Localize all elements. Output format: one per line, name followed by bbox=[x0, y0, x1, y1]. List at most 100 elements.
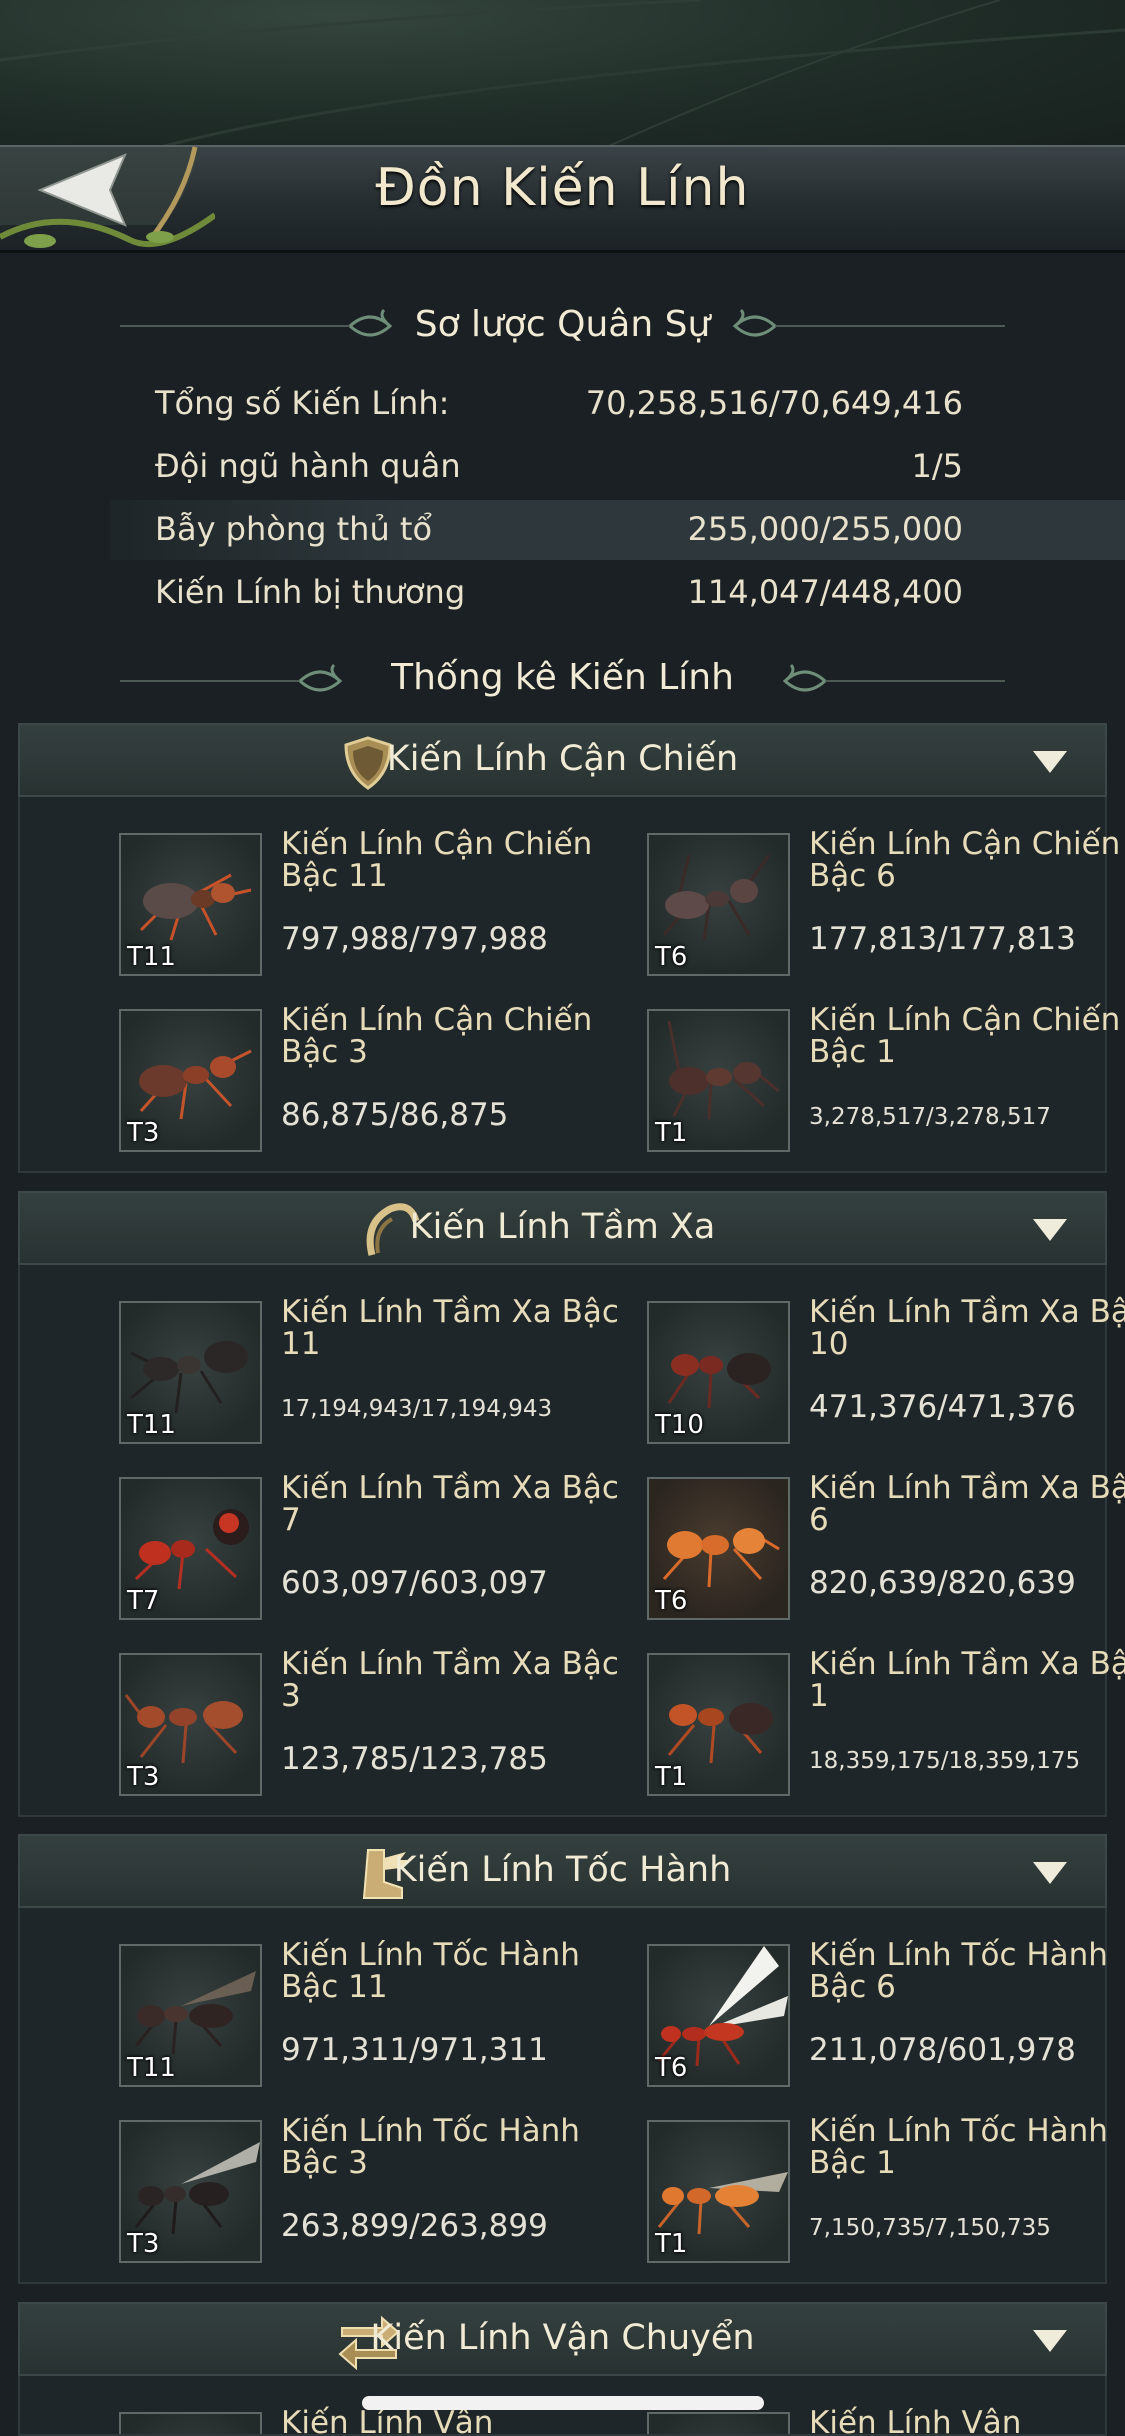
unit-name: Kiến Lính Tầm Xa Bậc 3 bbox=[281, 1646, 619, 1714]
unit-thumbnail[interactable]: T6 bbox=[647, 833, 790, 976]
unit-name: Kiến Lính Tầm Xa Bậc 6 bbox=[809, 1470, 1125, 1538]
summary-row-total-soldiers: Tổng số Kiến Lính: 70,258,516/70,649,416 bbox=[110, 374, 1125, 434]
page-title: Đồn Kiến Lính bbox=[375, 158, 750, 218]
unit-name: Kiến Lính Tầm Xa Bậc 1 bbox=[809, 1646, 1125, 1714]
unit-card: T1 Kiến Lính Cận Chiến Bậc 1 3,278,517/3… bbox=[647, 1004, 1125, 1154]
unit-card: T3 Kiến Lính Tầm Xa Bậc 3 123,785/123,78… bbox=[119, 1648, 639, 1798]
unit-name: Kiến Lính Tốc Hành Bậc 6 bbox=[809, 1937, 1108, 2005]
tier-label: T11 bbox=[127, 942, 176, 972]
summary-value: 114,047/448,400 bbox=[687, 573, 963, 611]
category-title: Kiến Lính Tốc Hành bbox=[393, 1850, 732, 1890]
unit-card: T3 Kiến Lính Tốc Hành Bậc 3 263,899/263,… bbox=[119, 2115, 639, 2265]
unit-card: T11 Kiến Lính Cận Chiến Bậc 11 797,988/7… bbox=[119, 828, 639, 978]
unit-count: 971,311/971,311 bbox=[281, 2032, 548, 2068]
unit-count: 471,376/471,376 bbox=[809, 1389, 1076, 1425]
unit-card: T3 Kiến Lính Cận Chiến Bậc 3 86,875/86,8… bbox=[119, 1004, 639, 1154]
summary-value: 1/5 bbox=[911, 447, 964, 485]
unit-thumbnail[interactable]: T3 bbox=[119, 1009, 262, 1152]
unit-name: Kiến Lính Cận Chiến Bậc 6 bbox=[809, 826, 1121, 894]
unit-card: T6 Kiến Lính Tầm Xa Bậc 6 820,639/820,63… bbox=[647, 1472, 1125, 1622]
unit-name: Kiến Lính Tầm Xa Bậc 7 bbox=[281, 1470, 619, 1538]
unit-thumbnail[interactable] bbox=[647, 2412, 790, 2434]
tier-label: T6 bbox=[655, 942, 688, 972]
category-body-melee: T11 Kiến Lính Cận Chiến Bậc 11 797,988/7… bbox=[18, 797, 1120, 1173]
summary-label: Bẫy phòng thủ tổ bbox=[155, 510, 433, 548]
unit-card: T1 Kiến Lính Tầm Xa Bậc 1 18,359,175/18,… bbox=[647, 1648, 1125, 1798]
summary-value: 255,000/255,000 bbox=[687, 510, 963, 548]
unit-count: 797,988/797,988 bbox=[281, 921, 548, 957]
unit-name: Kiến Lính Tốc Hành Bậc 1 bbox=[809, 2113, 1108, 2181]
home-indicator[interactable] bbox=[362, 2396, 764, 2410]
summary-heading: Sơ lược Quân Sự bbox=[414, 304, 711, 345]
unit-name: Kiến Lính Tầm Xa Bậc 10 bbox=[809, 1294, 1125, 1362]
unit-name: Kiến Lính Vận bbox=[809, 2405, 1022, 2436]
unit-count: 3,278,517/3,278,517 bbox=[809, 1104, 1051, 1130]
summary-value: 70,258,516/70,649,416 bbox=[585, 384, 963, 422]
tier-label: T1 bbox=[655, 1762, 688, 1792]
unit-thumbnail[interactable]: T3 bbox=[119, 2120, 262, 2263]
unit-count: 820,639/820,639 bbox=[809, 1565, 1076, 1601]
unit-name: Kiến Lính Tầm Xa Bậc 11 bbox=[281, 1294, 619, 1362]
summary-row-wounded: Kiến Lính bị thương 114,047/448,400 bbox=[110, 563, 1125, 623]
unit-name: Kiến Lính Tốc Hành Bậc 11 bbox=[281, 1937, 580, 2005]
unit-thumbnail[interactable] bbox=[119, 2412, 262, 2434]
unit-thumbnail[interactable]: T10 bbox=[647, 1301, 790, 1444]
unit-name: Kiến Lính Vận bbox=[281, 2405, 494, 2436]
unit-thumbnail[interactable]: T11 bbox=[119, 1301, 262, 1444]
tier-label: T3 bbox=[127, 1118, 160, 1148]
unit-count: 211,078/601,978 bbox=[809, 2032, 1076, 2068]
unit-thumbnail[interactable]: T7 bbox=[119, 1477, 262, 1620]
unit-count: 18,359,175/18,359,175 bbox=[809, 1748, 1081, 1774]
summary-label: Tổng số Kiến Lính: bbox=[155, 384, 450, 422]
top-background bbox=[0, 0, 1125, 150]
unit-name: Kiến Lính Cận Chiến Bậc 11 bbox=[281, 826, 593, 894]
unit-count: 7,150,735/7,150,735 bbox=[809, 2215, 1051, 2241]
tier-label: T11 bbox=[127, 2053, 176, 2083]
tier-label: T3 bbox=[127, 2229, 160, 2259]
summary-label: Đội ngũ hành quân bbox=[155, 447, 461, 485]
tier-label: T6 bbox=[655, 2053, 688, 2083]
unit-card: T1 Kiến Lính Tốc Hành Bậc 1 7,150,735/7,… bbox=[647, 2115, 1125, 2265]
category-header-ranged[interactable]: Kiến Lính Tầm Xa bbox=[18, 1191, 1107, 1265]
category-title: Kiến Lính Vận Chuyển bbox=[370, 2318, 755, 2358]
unit-thumbnail[interactable]: T1 bbox=[647, 1653, 790, 1796]
unit-thumbnail[interactable]: T3 bbox=[119, 1653, 262, 1796]
stats-heading: Thống kê Kiến Lính bbox=[391, 657, 734, 698]
tier-label: T1 bbox=[655, 1118, 688, 1148]
unit-card: T11 Kiến Lính Tốc Hành Bậc 11 971,311/97… bbox=[119, 1939, 639, 2089]
category-title: Kiến Lính Tầm Xa bbox=[409, 1207, 716, 1247]
unit-card: T6 Kiến Lính Cận Chiến Bậc 6 177,813/177… bbox=[647, 828, 1125, 978]
tier-label: T11 bbox=[127, 1410, 176, 1440]
tier-label: T7 bbox=[127, 1586, 160, 1616]
summary-label: Kiến Lính bị thương bbox=[155, 573, 466, 611]
unit-name: Kiến Lính Tốc Hành Bậc 3 bbox=[281, 2113, 580, 2181]
unit-thumbnail[interactable]: T11 bbox=[119, 1944, 262, 2087]
category-header-transport[interactable]: Kiến Lính Vận Chuyển bbox=[18, 2302, 1107, 2376]
unit-thumbnail[interactable]: T1 bbox=[647, 1009, 790, 1152]
category-header-melee[interactable]: Kiến Lính Cận Chiến bbox=[18, 723, 1107, 797]
unit-count: 263,899/263,899 bbox=[281, 2208, 548, 2244]
unit-thumbnail[interactable]: T6 bbox=[647, 1944, 790, 2087]
unit-card: Kiến Lính Vận bbox=[119, 2407, 639, 2434]
unit-count: 17,194,943/17,194,943 bbox=[281, 1396, 553, 1422]
unit-name: Kiến Lính Cận Chiến Bậc 1 bbox=[809, 1002, 1121, 1070]
category-body-express: T11 Kiến Lính Tốc Hành Bậc 11 971,311/97… bbox=[18, 1908, 1108, 2284]
unit-thumbnail[interactable]: T1 bbox=[647, 2120, 790, 2263]
tier-label: T10 bbox=[655, 1410, 704, 1440]
summary-row-march-squads: Đội ngũ hành quân 1/5 bbox=[110, 437, 1125, 497]
unit-thumbnail[interactable]: T11 bbox=[119, 833, 262, 976]
category-body-ranged: T11 Kiến Lính Tầm Xa Bậc 11 17,194,943/1… bbox=[18, 1265, 1125, 1817]
unit-name: Kiến Lính Cận Chiến Bậc 3 bbox=[281, 1002, 593, 1070]
tier-label: T1 bbox=[655, 2229, 688, 2259]
tier-label: T6 bbox=[655, 1586, 688, 1616]
category-header-express[interactable]: Kiến Lính Tốc Hành bbox=[18, 1834, 1107, 1908]
unit-count: 177,813/177,813 bbox=[809, 921, 1076, 957]
unit-count: 86,875/86,875 bbox=[281, 1097, 509, 1133]
unit-thumbnail[interactable]: T6 bbox=[647, 1477, 790, 1620]
unit-count: 603,097/603,097 bbox=[281, 1565, 548, 1601]
unit-card: T11 Kiến Lính Tầm Xa Bậc 11 17,194,943/1… bbox=[119, 1296, 639, 1446]
unit-card: T6 Kiến Lính Tốc Hành Bậc 6 211,078/601,… bbox=[647, 1939, 1125, 2089]
chevron-down-icon bbox=[1033, 751, 1067, 773]
summary-row-nest-traps: Bẫy phòng thủ tổ 255,000/255,000 bbox=[110, 500, 1125, 560]
chevron-down-icon bbox=[1033, 1862, 1067, 1884]
